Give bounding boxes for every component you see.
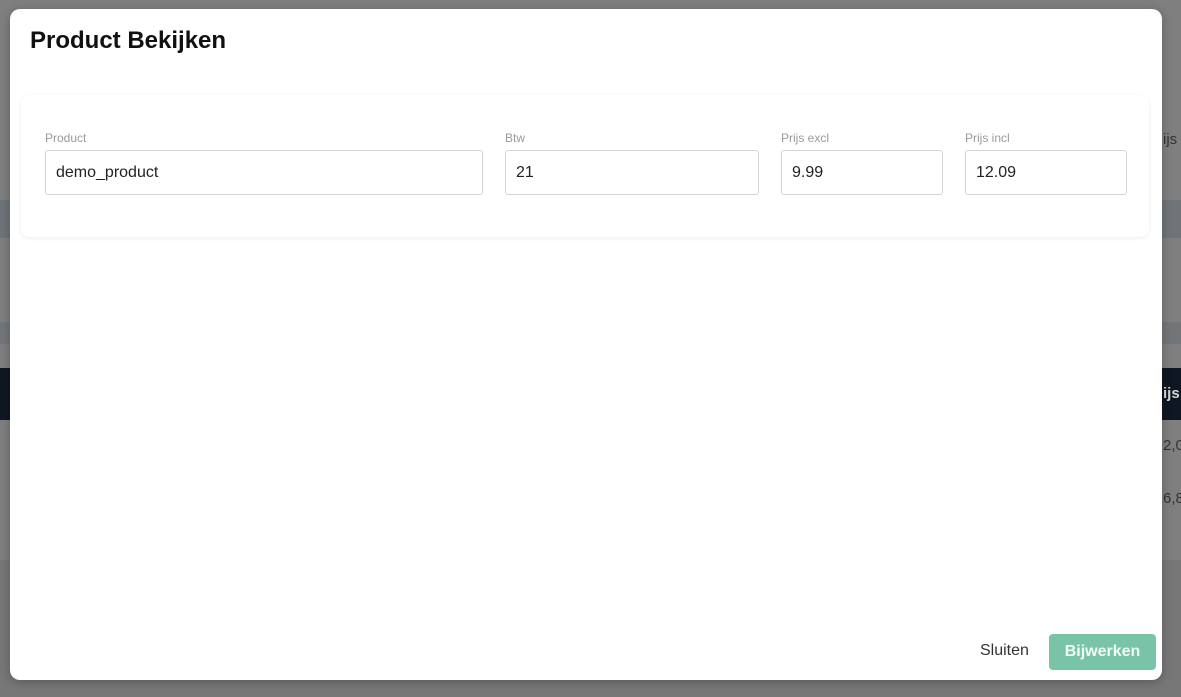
background-row-value: 6,8 <box>1163 490 1181 507</box>
update-button[interactable]: Bijwerken <box>1049 634 1156 670</box>
btw-field-label: Btw <box>505 131 526 145</box>
product-field-group: Product <box>45 131 483 195</box>
product-form-card: Product Btw Prijs excl Prijs incl <box>21 95 1149 237</box>
btw-field-group: Btw <box>505 131 759 195</box>
close-button[interactable]: Sluiten <box>976 637 1033 665</box>
product-input[interactable] <box>45 150 483 195</box>
background-table-header-text: ijs <box>1163 385 1180 402</box>
price-excl-field-group: Prijs excl <box>781 131 943 195</box>
product-view-modal: Product Bekijken Product Btw Prijs excl … <box>10 9 1162 680</box>
background-header-text: ijs <box>1163 131 1178 148</box>
modal-title: Product Bekijken <box>30 27 227 54</box>
price-incl-field-label: Prijs incl <box>965 131 1010 145</box>
price-excl-field-label: Prijs excl <box>781 131 830 145</box>
price-incl-field-group: Prijs incl <box>965 131 1127 195</box>
background-row-value: 2,0 <box>1163 437 1181 454</box>
price-excl-input[interactable] <box>781 150 943 195</box>
product-field-label: Product <box>45 131 87 145</box>
btw-input[interactable] <box>505 150 759 195</box>
price-incl-input[interactable] <box>965 150 1127 195</box>
